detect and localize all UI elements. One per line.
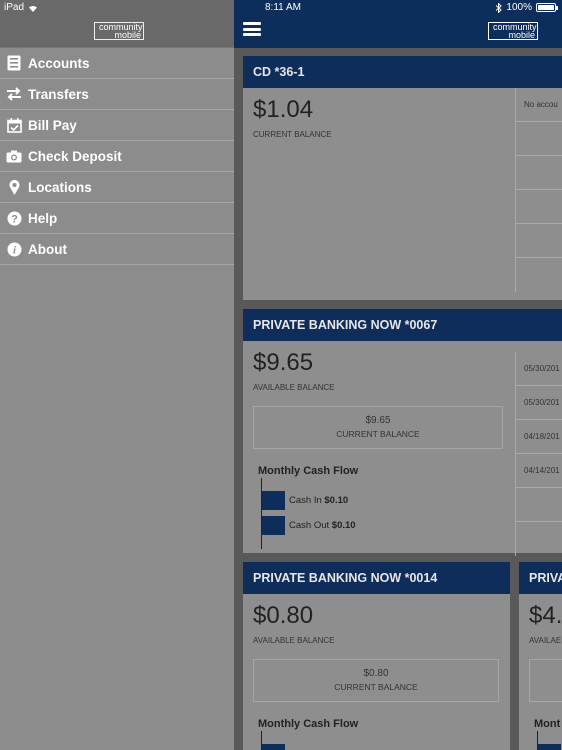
sidebar-item-transfers[interactable]: Transfers <box>0 79 234 110</box>
sidebar-item-about[interactable]: i About <box>0 234 234 265</box>
main-panel: community mobile CD *36-1 $1.04 CURRENT … <box>234 0 562 750</box>
account-title: PRIVA <box>519 562 562 594</box>
hamburger-menu-icon[interactable] <box>243 22 261 36</box>
status-bar: iPad 8:11 AM 100% <box>0 0 562 16</box>
sidebar-item-label: Transfers <box>28 86 89 102</box>
clock: 8:11 AM <box>265 2 301 13</box>
transaction-row[interactable] <box>516 122 562 156</box>
help-icon: ? <box>6 210 22 226</box>
account-card[interactable]: CD *36-1 $1.04 CURRENT BALANCE No accou <box>243 56 562 300</box>
wifi-icon <box>29 5 38 12</box>
battery-percent: 100% <box>506 2 532 13</box>
status-right: 100% <box>496 2 558 13</box>
sidebar-item-label: Check Deposit <box>28 148 122 164</box>
cash-in-bar <box>538 744 561 750</box>
current-balance-box: $0.80 CURRENT BALANCE <box>253 659 499 702</box>
transaction-row[interactable]: 04/14/201 <box>516 454 562 488</box>
balance-amount: $4. <box>529 602 562 629</box>
bill-pay-icon <box>6 117 22 133</box>
transaction-row[interactable] <box>516 488 562 522</box>
transaction-row[interactable] <box>516 190 562 224</box>
sidebar-item-bill-pay[interactable]: Bill Pay <box>0 110 234 141</box>
cash-flow-axis <box>261 478 262 549</box>
svg-text:?: ? <box>11 213 18 225</box>
cash-in-text: Cash In $0.10 <box>289 495 349 506</box>
account-title: PRIVATE BANKING NOW *0014 <box>243 562 510 594</box>
balance-label: CURRENT BALANCE <box>253 130 332 139</box>
transaction-row[interactable]: No accou <box>516 88 562 122</box>
balance-label: AVAILABLE BALANCE <box>253 383 335 392</box>
cash-out-text: Cash Out $0.10 <box>289 520 356 531</box>
transaction-row[interactable]: 04/18/201 <box>516 420 562 454</box>
transaction-row[interactable] <box>516 156 562 190</box>
current-balance-label: CURRENT BALANCE <box>336 429 420 439</box>
location-pin-icon <box>6 179 22 195</box>
sidebar-menu: community mobile Accounts Transfers Bill… <box>0 0 234 750</box>
sidebar-item-label: Accounts <box>28 55 90 71</box>
info-icon: i <box>6 241 22 257</box>
cash-out-bar <box>262 516 285 535</box>
cash-flow-title: Monthly Cash Flow <box>258 718 359 730</box>
transaction-row[interactable] <box>516 258 562 292</box>
cash-flow-title: Monthly Cash Flow <box>258 465 359 477</box>
balance-amount: $1.04 <box>253 96 314 123</box>
account-card[interactable]: PRIVATE BANKING NOW *0067 $9.65 AVAILABL… <box>243 309 562 556</box>
balance-amount: $0.80 <box>253 602 314 629</box>
camera-icon <box>6 148 22 164</box>
balance-amount: $9.65 <box>253 349 314 376</box>
accounts-icon <box>6 55 22 71</box>
bluetooth-icon <box>496 2 503 13</box>
transaction-row[interactable]: 05/30/201 <box>516 386 562 420</box>
current-balance-value: $9.65 <box>365 415 391 426</box>
account-card[interactable]: PRIVATE BANKING NOW *0014 $0.80 AVAILABL… <box>243 562 510 750</box>
balance-label: AVAILAE <box>529 636 562 645</box>
current-balance-box <box>529 659 562 702</box>
status-left: iPad <box>4 2 38 13</box>
sidebar-item-help[interactable]: ? Help <box>0 203 234 234</box>
transfers-icon <box>6 86 22 102</box>
current-balance-value: $0.80 <box>363 668 389 679</box>
battery-icon <box>536 3 558 12</box>
transaction-row[interactable] <box>516 522 562 556</box>
sidebar-item-label: About <box>28 241 67 257</box>
balance-label: AVAILABLE BALANCE <box>253 636 335 645</box>
transaction-list: No accou <box>515 88 562 292</box>
account-card[interactable]: PRIVA $4. AVAILAE Mont <box>519 562 562 750</box>
account-title: PRIVATE BANKING NOW *0067 <box>243 309 562 341</box>
transaction-row[interactable]: 05/30/201 <box>516 352 562 386</box>
current-balance-box: $9.65 CURRENT BALANCE <box>253 406 503 449</box>
sidebar-item-accounts[interactable]: Accounts <box>0 48 234 79</box>
cash-in-bar <box>262 744 285 750</box>
cash-in-bar <box>262 491 285 510</box>
current-balance-label: CURRENT BALANCE <box>334 682 418 692</box>
sidebar-item-check-deposit[interactable]: Check Deposit <box>0 141 234 172</box>
sidebar-item-label: Help <box>28 210 58 226</box>
transaction-list: 05/30/201 05/30/201 04/18/201 04/14/201 <box>515 352 562 556</box>
transaction-row[interactable] <box>516 224 562 258</box>
cash-flow-title: Mont <box>534 718 561 730</box>
sidebar-item-locations[interactable]: Locations <box>0 172 234 203</box>
community-mobile-logo: community mobile <box>488 22 538 40</box>
sidebar-item-label: Locations <box>28 179 92 195</box>
community-mobile-logo: community mobile <box>94 22 144 40</box>
device-name: iPad <box>4 2 25 13</box>
sidebar-item-label: Bill Pay <box>28 117 77 133</box>
account-title: CD *36-1 <box>243 56 562 88</box>
